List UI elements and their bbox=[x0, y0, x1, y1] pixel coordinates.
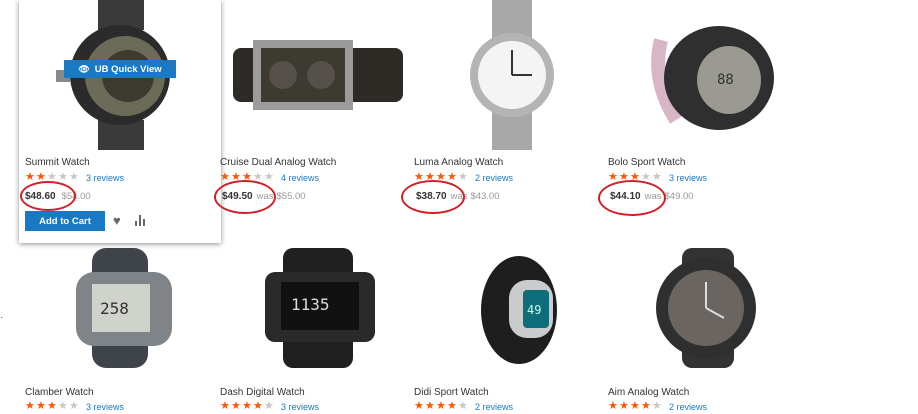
star-icon: ★ bbox=[25, 400, 35, 412]
product-image[interactable]: 1135 bbox=[220, 240, 416, 375]
compare-icon[interactable] bbox=[135, 214, 147, 226]
reviews-link[interactable]: 4 reviews bbox=[281, 173, 319, 183]
star-icon: ★ bbox=[47, 400, 57, 412]
star-icon: ★ bbox=[69, 171, 79, 183]
star-icon: ★ bbox=[630, 400, 640, 412]
product-name[interactable]: Summit Watch bbox=[25, 157, 90, 168]
star-rating: ★ ★ ★ ★ ★ bbox=[220, 401, 275, 412]
product-card-clamber[interactable]: 258 Clamber Watch ★ ★ ★ ★ ★ 3 reviews bbox=[19, 240, 215, 414]
svg-text:88: 88 bbox=[717, 72, 734, 88]
eye-icon: 👁 bbox=[78, 63, 90, 74]
add-to-cart-button[interactable]: Add to Cart bbox=[25, 211, 105, 231]
old-price: $43.00 bbox=[470, 191, 500, 202]
product-image[interactable]: 88 bbox=[608, 0, 804, 150]
star-icon: ★ bbox=[25, 171, 35, 183]
product-rating: ★ ★ ★ ★ ★ 2 reviews bbox=[414, 401, 513, 412]
heart-icon[interactable]: ♥ bbox=[113, 213, 121, 228]
product-card-cruise[interactable]: Cruise Dual Analog Watch ★ ★ ★ ★ ★ 4 reviews… bbox=[214, 0, 416, 243]
star-icon: ★ bbox=[458, 400, 468, 412]
star-icon: ★ bbox=[58, 400, 68, 412]
star-icon: ★ bbox=[231, 400, 241, 412]
star-icon: ★ bbox=[58, 171, 68, 183]
old-price: $49.00 bbox=[664, 191, 694, 202]
product-rating: ★ ★ ★ ★ ★ 3 reviews bbox=[25, 401, 124, 412]
product-image[interactable]: 258 bbox=[19, 240, 215, 375]
svg-text:49: 49 bbox=[527, 303, 541, 317]
reviews-link[interactable]: 3 reviews bbox=[86, 173, 124, 183]
star-icon: ★ bbox=[652, 400, 662, 412]
product-name[interactable]: Didi Sport Watch bbox=[414, 387, 489, 398]
edge-marker: · bbox=[0, 312, 4, 323]
price-highlight-circle bbox=[598, 180, 666, 216]
product-name[interactable]: Bolo Sport Watch bbox=[608, 157, 685, 168]
reviews-link[interactable]: 3 reviews bbox=[669, 173, 707, 183]
product-image[interactable]: 49 bbox=[414, 240, 610, 375]
product-rating: ★ ★ ★ ★ ★ 3 reviews bbox=[220, 401, 319, 412]
star-icon: ★ bbox=[264, 400, 274, 412]
reviews-link[interactable]: 2 reviews bbox=[475, 173, 513, 183]
product-name[interactable]: Aim Analog Watch bbox=[608, 387, 689, 398]
star-icon: ★ bbox=[436, 400, 446, 412]
star-icon: ★ bbox=[220, 400, 230, 412]
svg-text:258: 258 bbox=[100, 299, 129, 318]
svg-text:1135: 1135 bbox=[291, 295, 330, 314]
reviews-link[interactable]: 2 reviews bbox=[669, 402, 707, 412]
reviews-link[interactable]: 2 reviews bbox=[475, 402, 513, 412]
product-name[interactable]: Dash Digital Watch bbox=[220, 387, 305, 398]
product-card-luma[interactable]: Luma Analog Watch ★ ★ ★ ★ ★ 2 reviews $38.70… bbox=[401, 0, 610, 243]
star-icon: ★ bbox=[425, 400, 435, 412]
product-card-dash[interactable]: 1135 Dash Digital Watch ★ ★ ★ ★ ★ 3 reviews bbox=[220, 240, 416, 414]
reviews-link[interactable]: 3 reviews bbox=[86, 402, 124, 412]
star-icon: ★ bbox=[641, 400, 651, 412]
star-icon: ★ bbox=[652, 171, 662, 183]
product-card-summit[interactable]: 👁 UB Quick View Summit Watch ★ ★ ★ ★ ★ 3 revi… bbox=[19, 0, 221, 243]
star-icon: ★ bbox=[242, 400, 252, 412]
star-icon: ★ bbox=[414, 400, 424, 412]
product-rating: ★ ★ ★ ★ ★ 2 reviews bbox=[608, 401, 707, 412]
old-price: $55.00 bbox=[276, 191, 306, 202]
star-rating: ★ ★ ★ ★ ★ bbox=[25, 401, 80, 412]
star-icon: ★ bbox=[608, 400, 618, 412]
star-icon: ★ bbox=[69, 400, 79, 412]
star-icon: ★ bbox=[253, 400, 263, 412]
star-icon: ★ bbox=[447, 400, 457, 412]
product-card-bolo[interactable]: 88 Bolo Sport Watch ★ ★ ★ ★ ★ 3 reviews $44.… bbox=[598, 0, 804, 243]
product-card-aim[interactable]: Aim Analog Watch ★ ★ ★ ★ ★ 2 reviews bbox=[608, 240, 804, 414]
product-image[interactable] bbox=[220, 0, 416, 150]
star-icon: ★ bbox=[36, 400, 46, 412]
star-rating: ★ ★ ★ ★ ★ bbox=[608, 401, 663, 412]
star-icon: ★ bbox=[264, 171, 274, 183]
price-highlight-circle bbox=[401, 180, 465, 214]
quick-view-label: UB Quick View bbox=[94, 63, 162, 75]
product-image[interactable] bbox=[608, 240, 804, 375]
price-highlight-circle bbox=[214, 180, 276, 214]
product-name[interactable]: Cruise Dual Analog Watch bbox=[220, 157, 336, 168]
reviews-link[interactable]: 3 reviews bbox=[281, 402, 319, 412]
product-name[interactable]: Luma Analog Watch bbox=[414, 157, 503, 168]
product-name[interactable]: Clamber Watch bbox=[25, 387, 94, 398]
price-highlight-circle bbox=[20, 181, 76, 211]
product-card-didi[interactable]: 49 Didi Sport Watch ★ ★ ★ ★ ★ 2 reviews bbox=[414, 240, 610, 414]
star-icon: ★ bbox=[619, 400, 629, 412]
star-icon: ★ bbox=[458, 171, 468, 183]
star-rating: ★ ★ ★ ★ ★ bbox=[414, 401, 469, 412]
quick-view-button[interactable]: 👁 UB Quick View bbox=[64, 60, 176, 78]
product-image[interactable] bbox=[414, 0, 610, 150]
